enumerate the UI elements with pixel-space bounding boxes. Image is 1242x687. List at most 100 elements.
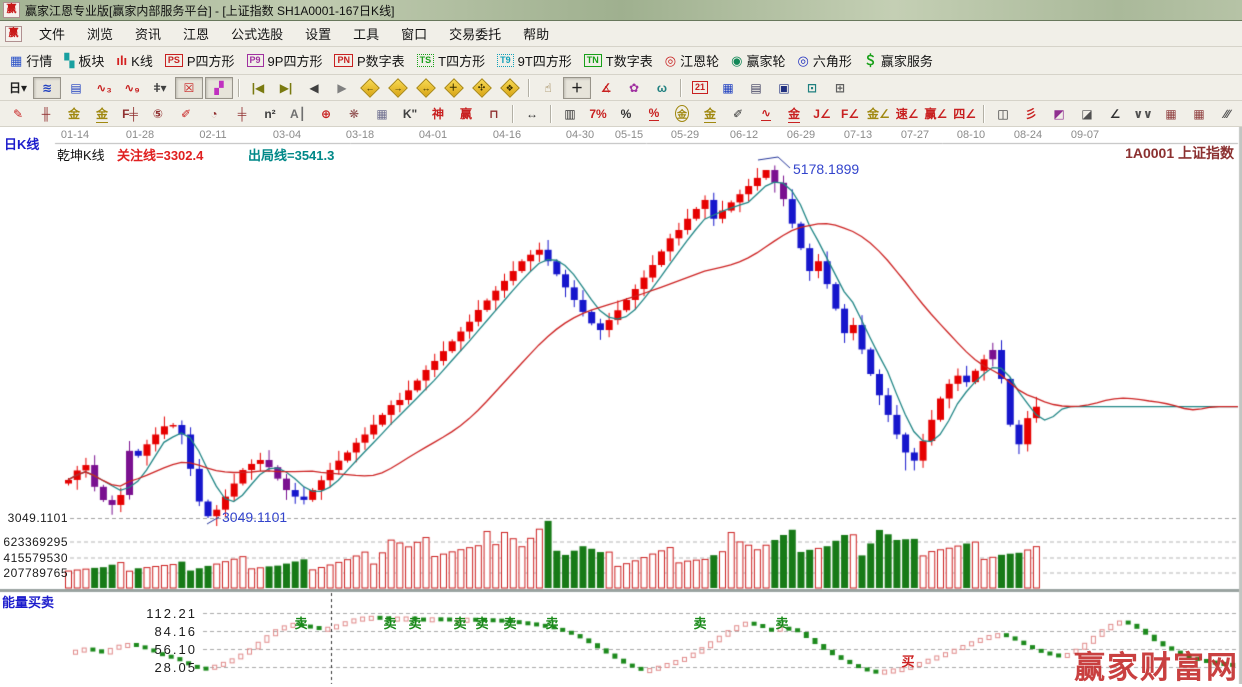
toolbar-button-hexagon[interactable]: ◎ 六角形 [791, 49, 857, 72]
shen-fence-icon[interactable]: 神 [425, 104, 451, 124]
gold-lines-icon[interactable]: 金 [697, 104, 723, 124]
toolbar-button-sectors[interactable]: ▚ 板块 [58, 49, 110, 72]
width-measure-icon[interactable]: ↔ [519, 104, 545, 124]
wave-9-icon[interactable]: ∿₉ [119, 78, 145, 98]
circle-cross-icon[interactable]: ⊕ [313, 104, 339, 124]
p-square-label: P四方形 [186, 54, 235, 69]
fan-box-dark-icon[interactable]: ◪ [1074, 104, 1100, 124]
menu-item-浏览[interactable]: 浏览 [76, 21, 124, 46]
gold-circle-icon[interactable]: 金 [669, 104, 695, 124]
menu-item-江恩[interactable]: 江恩 [172, 21, 220, 46]
angle-measure-icon[interactable]: ∡ [593, 78, 619, 98]
calendar-icon[interactable]: 21 [687, 78, 713, 98]
net-update-icon[interactable]: ⊡ [799, 78, 825, 98]
trade-notes-icon[interactable]: ▤ [743, 78, 769, 98]
draw-pencil-icon[interactable]: ✎ [5, 104, 31, 124]
f-angle-icon[interactable]: F∠ [837, 104, 863, 124]
n-square-icon[interactable]: n² [257, 104, 283, 124]
gann-left-icon[interactable]: ← [357, 77, 383, 98]
menu-item-公式选股[interactable]: 公式选股 [220, 21, 294, 46]
grid-target-arrow-icon[interactable]: ▦ [1186, 104, 1212, 124]
stock-info-icon[interactable]: ▤ [63, 78, 89, 98]
menu-item-资讯[interactable]: 资讯 [124, 21, 172, 46]
menu-item-文件[interactable]: 文件 [28, 21, 76, 46]
kline-chart-canvas[interactable] [0, 127, 1242, 684]
save-data-icon[interactable]: ▣ [771, 78, 797, 98]
candle-type-dropdown-icon[interactable]: ǂ▾ [147, 78, 173, 98]
gold-lines-2-icon[interactable]: 金 [781, 104, 807, 124]
menu-item-工具[interactable]: 工具 [342, 21, 390, 46]
last-page-icon[interactable]: ▶| [273, 78, 299, 98]
gann-star-icon[interactable]: ✣ [469, 77, 495, 98]
ruler-123-icon[interactable]: ⊓ [481, 104, 507, 124]
gann-grid-icon[interactable]: ❖ [497, 77, 523, 98]
crosshair-icon[interactable]: ＋ [563, 76, 591, 99]
menu-item-设置[interactable]: 设置 [294, 21, 342, 46]
four-angle-icon[interactable]: 四∠ [951, 104, 978, 124]
print-icon[interactable]: ⊞ [827, 78, 853, 98]
grid-target-icon[interactable]: ▦ [1158, 104, 1184, 124]
time-circle-icon[interactable]: ◔ [201, 104, 227, 124]
gold-angle-icon[interactable]: 金∠ [865, 104, 892, 124]
menu-item-窗口[interactable]: 窗口 [390, 21, 438, 46]
toolbar-button-winner-wheel[interactable]: ◉ 赢家轮 [725, 49, 791, 72]
next-bar-icon[interactable]: ▶ [329, 78, 355, 98]
win-angle-icon[interactable]: 赢∠ [923, 104, 950, 124]
percent-lines-icon[interactable]: % [641, 104, 667, 124]
toolbar-button-9t-square[interactable]: T9 9T四方形 [491, 49, 578, 72]
percent-icon[interactable]: % [613, 104, 639, 124]
date-tick-06-29: 06-29 [786, 129, 816, 141]
toolbar-button-winner-service[interactable]: ＄赢家服务 [858, 49, 939, 72]
gann-expand-icon[interactable]: ↔ [413, 77, 439, 98]
period-dropdown-icon[interactable]: 日▾ [5, 78, 31, 98]
toolbar-button-9p-square[interactable]: P9 9P四方形 [241, 49, 329, 72]
toolbar-button-t-square[interactable]: TS T四方形 [411, 49, 491, 72]
win-fence-icon[interactable]: 赢 [453, 104, 479, 124]
fan-box-icon[interactable]: ◩ [1046, 104, 1072, 124]
gann-flower-icon[interactable]: ✿ [621, 78, 647, 98]
toolbar-button-t-number-table[interactable]: TN T数字表 [578, 49, 659, 72]
region-zoom-icon[interactable]: ≋ [33, 76, 61, 99]
gold-fence-2-icon[interactable]: 金 [89, 104, 115, 124]
k-count-icon[interactable]: K" [397, 104, 423, 124]
gann-cross-icon[interactable]: ＋ [441, 77, 467, 98]
f-fence-icon[interactable]: F╪ [117, 104, 143, 124]
toolbar-button-market-quotes[interactable]: ▦ 行情 [4, 49, 58, 72]
toolbar-button-gann-wheel[interactable]: ◎ 江恩轮 [659, 49, 725, 72]
toolbar-button-p-number-table[interactable]: PN P数字表 [328, 49, 410, 72]
toolbar-button-kline[interactable]: ılı K线 [110, 49, 159, 72]
winner-wheel-label: 赢家轮 [746, 54, 786, 69]
menu-item-交易委托[interactable]: 交易委托 [438, 21, 512, 46]
zigzag-icon[interactable]: ∨∨ [1130, 104, 1156, 124]
color-volume-icon[interactable]: ▞ [205, 76, 233, 99]
fan-lines-icon[interactable]: 彡 [1018, 104, 1044, 124]
spiral-5-icon[interactable]: ⑤ [145, 104, 171, 124]
multi-angle-icon[interactable]: ∠ [1102, 104, 1128, 124]
gann-stamp-icon[interactable]: ☒ [175, 76, 203, 99]
calculator-icon[interactable]: ▦ [715, 78, 741, 98]
web-grid-icon[interactable]: ▦ [369, 104, 395, 124]
wave-3-icon[interactable]: ∿₃ [91, 78, 117, 98]
toolbar-button-p-square[interactable]: PS P四方形 [159, 49, 241, 72]
gold-fence-icon[interactable]: 金 [61, 104, 87, 124]
mirror-line-icon[interactable]: A⎮ [285, 104, 311, 124]
neural-wave-icon[interactable]: ω [649, 78, 675, 98]
parallel-rays-icon[interactable]: ∕∕∕ [1214, 104, 1240, 124]
stat-panel-icon[interactable]: ▥ [557, 104, 583, 124]
box-select-icon[interactable]: ◫ [990, 104, 1016, 124]
brush-icon[interactable]: ✐ [173, 104, 199, 124]
j-angle-icon[interactable]: J∠ [809, 104, 835, 124]
speed-angle-icon[interactable]: 速∠ [894, 104, 921, 124]
first-page-icon[interactable]: |◀ [245, 78, 271, 98]
pen-ruler-icon[interactable]: ✐ [725, 104, 751, 124]
price-fence-icon[interactable]: ╫ [33, 104, 59, 124]
percent-slash-icon[interactable]: 7% [585, 104, 611, 124]
menu-item-帮助[interactable]: 帮助 [512, 21, 560, 46]
prev-bar-icon[interactable]: ◀ [301, 78, 327, 98]
app-menu-icon[interactable]: 赢 [5, 25, 22, 42]
wave-ab-icon[interactable]: ∿ [753, 104, 779, 124]
spider-web-icon[interactable]: ❋ [341, 104, 367, 124]
time-fence-icon[interactable]: ╪ [229, 104, 255, 124]
gann-right-icon[interactable]: → [385, 77, 411, 98]
pan-hand-icon[interactable]: ☝ [535, 78, 561, 98]
